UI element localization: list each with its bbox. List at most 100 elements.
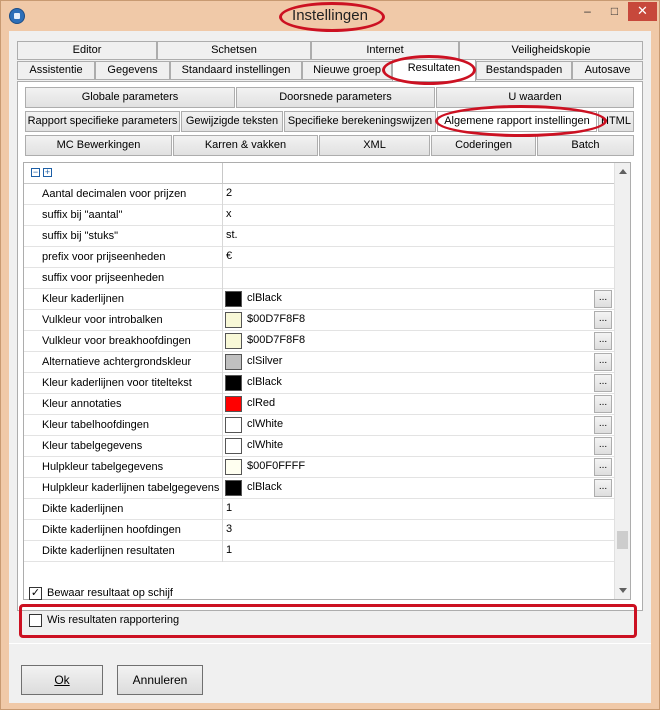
color-swatch: [225, 396, 242, 412]
tab-schetsen[interactable]: Schetsen: [157, 41, 311, 60]
color-swatch: [225, 438, 242, 454]
title-bar[interactable]: Instellingen – □ ✕: [1, 1, 659, 31]
save-results-checkbox[interactable]: ✓: [29, 587, 42, 600]
grid-row[interactable]: Aantal decimalen voor prijzen 2: [24, 184, 614, 205]
dialog-client-area: Editor Schetsen Internet Veiligheidskopi…: [9, 31, 651, 703]
subtab-u-waarden[interactable]: U waarden: [436, 87, 634, 108]
clear-results-label: Wis resultaten rapportering: [47, 614, 180, 626]
grid-row[interactable]: suffix bij "stuks" st.: [24, 226, 614, 247]
grid-row[interactable]: Kleur tabelhoofdingen clWhite...: [24, 415, 614, 436]
grid-row[interactable]: Kleur annotaties clRed...: [24, 394, 614, 415]
property-value[interactable]: clBlack: [247, 292, 282, 304]
subtab-algemene-rapport-instellingen[interactable]: Algemene rapport instellingen: [437, 111, 597, 132]
expand-all-icon[interactable]: +: [43, 168, 52, 177]
scroll-up-arrow-icon[interactable]: [619, 169, 627, 174]
tab-resultaten[interactable]: Resultaten: [392, 59, 476, 82]
property-value[interactable]: 3: [226, 523, 232, 535]
property-value[interactable]: 2: [226, 187, 232, 199]
tab-nieuwe-groep[interactable]: Nieuwe groep: [302, 61, 392, 80]
grid-row[interactable]: Kleur kaderlijnen voor titeltekst clBlack…: [24, 373, 614, 394]
subtab-doorsnede-parameters[interactable]: Doorsnede parameters: [236, 87, 435, 108]
grid-row[interactable]: Dikte kaderlijnen 1: [24, 499, 614, 520]
grid-row[interactable]: Kleur kaderlijnen clBlack...: [24, 289, 614, 310]
property-value[interactable]: €: [226, 250, 232, 262]
color-picker-button[interactable]: ...: [594, 353, 612, 371]
grid-row[interactable]: Vulkleur voor introbalken $00D7F8F8...: [24, 310, 614, 331]
color-picker-button[interactable]: ...: [594, 395, 612, 413]
subtab-specifieke-berekeningswijzen[interactable]: Specifieke berekeningswijzen: [284, 111, 436, 132]
property-name: Alternatieve achtergrondskleur: [42, 356, 192, 368]
settings-window: Instellingen – □ ✕ Editor Schetsen Inter…: [0, 0, 660, 710]
window-title: Instellingen: [292, 7, 368, 24]
subtab-gewijzigde-teksten[interactable]: Gewijzigde teksten: [181, 111, 283, 132]
tab-internet[interactable]: Internet: [311, 41, 459, 60]
grid-row[interactable]: Hulpkleur kaderlijnen tabelgegevens clBla…: [24, 478, 614, 499]
grid-row[interactable]: suffix voor prijseenheden: [24, 268, 614, 289]
property-value[interactable]: clBlack: [247, 376, 282, 388]
subtab-globale-parameters[interactable]: Globale parameters: [25, 87, 235, 108]
scroll-down-arrow-icon[interactable]: [619, 588, 627, 593]
subtab-coderingen[interactable]: Coderingen: [431, 135, 536, 156]
close-button[interactable]: ✕: [628, 2, 657, 21]
grid-row[interactable]: Alternatieve achtergrondskleur clSilver..…: [24, 352, 614, 373]
ok-button-label: Ok: [54, 673, 70, 687]
property-value[interactable]: clWhite: [247, 418, 283, 430]
color-picker-button[interactable]: ...: [594, 374, 612, 392]
property-value[interactable]: $00D7F8F8: [247, 313, 305, 325]
property-name: Dikte kaderlijnen resultaten: [42, 545, 175, 557]
tab-bestandspaden[interactable]: Bestandspaden: [476, 61, 572, 80]
property-value[interactable]: clRed: [247, 397, 275, 409]
property-value[interactable]: 1: [226, 502, 232, 514]
minimize-button[interactable]: –: [574, 2, 601, 21]
subtab-mc-bewerkingen[interactable]: MC Bewerkingen: [25, 135, 172, 156]
property-value[interactable]: $00D7F8F8: [247, 334, 305, 346]
color-picker-button[interactable]: ...: [594, 290, 612, 308]
property-name: Hulpkleur kaderlijnen tabelgegevens: [42, 482, 220, 494]
property-value[interactable]: st.: [226, 229, 238, 241]
clear-results-checkbox[interactable]: [29, 614, 42, 627]
grid-row[interactable]: Dikte kaderlijnen hoofdingen 3: [24, 520, 614, 541]
grid-row[interactable]: Hulpkleur tabelgegevens $00F0FFFF...: [24, 457, 614, 478]
subtab-rapport-specifieke-parameters[interactable]: Rapport specifieke parameters: [25, 111, 180, 132]
scrollbar-thumb[interactable]: [617, 531, 628, 549]
color-picker-button[interactable]: ...: [594, 311, 612, 329]
color-picker-button[interactable]: ...: [594, 458, 612, 476]
grid-row[interactable]: suffix bij "aantal" x: [24, 205, 614, 226]
tab-editor[interactable]: Editor: [17, 41, 157, 60]
property-value[interactable]: clWhite: [247, 439, 283, 451]
color-picker-button[interactable]: ...: [594, 479, 612, 497]
property-value[interactable]: clSilver: [247, 355, 282, 367]
maximize-button[interactable]: □: [601, 2, 628, 21]
property-value[interactable]: $00F0FFFF: [247, 460, 305, 472]
ok-button[interactable]: Ok: [21, 665, 103, 695]
cancel-button[interactable]: Annuleren: [117, 665, 203, 695]
grid-row[interactable]: prefix voor prijseenheden €: [24, 247, 614, 268]
property-name: Kleur annotaties: [42, 398, 122, 410]
grid-vertical-scrollbar[interactable]: [614, 163, 630, 599]
property-name: Vulkleur voor introbalken: [42, 314, 163, 326]
color-picker-button[interactable]: ...: [594, 332, 612, 350]
tab-assistentie[interactable]: Assistentie: [17, 61, 95, 80]
property-value[interactable]: x: [226, 208, 232, 220]
property-name: Kleur tabelhoofdingen: [42, 419, 150, 431]
grid-header: − +: [24, 163, 614, 184]
color-picker-button[interactable]: ...: [594, 416, 612, 434]
grid-row[interactable]: Kleur tabelgegevens clWhite...: [24, 436, 614, 457]
tab-veiligheidskopie[interactable]: Veiligheidskopie: [459, 41, 643, 60]
subtab-karren-vakken[interactable]: Karren & vakken: [173, 135, 318, 156]
collapse-all-icon[interactable]: −: [31, 168, 40, 177]
subtab-html[interactable]: HTML: [598, 111, 634, 132]
subtab-xml[interactable]: XML: [319, 135, 430, 156]
tab-standaard-instellingen[interactable]: Standaard instellingen: [170, 61, 302, 80]
subtab-batch[interactable]: Batch: [537, 135, 634, 156]
property-value[interactable]: 1: [226, 544, 232, 556]
grid-row[interactable]: Dikte kaderlijnen resultaten 1: [24, 541, 614, 562]
color-picker-button[interactable]: ...: [594, 437, 612, 455]
property-name: Dikte kaderlijnen: [42, 503, 124, 515]
property-name: Aantal decimalen voor prijzen: [42, 188, 187, 200]
tab-gegevens[interactable]: Gegevens: [95, 61, 170, 80]
tab-autosave[interactable]: Autosave: [572, 61, 643, 80]
property-value[interactable]: clBlack: [247, 481, 282, 493]
property-name: suffix bij "stuks": [42, 230, 119, 242]
grid-row[interactable]: Vulkleur voor breakhoofdingen $00D7F8F8..…: [24, 331, 614, 352]
